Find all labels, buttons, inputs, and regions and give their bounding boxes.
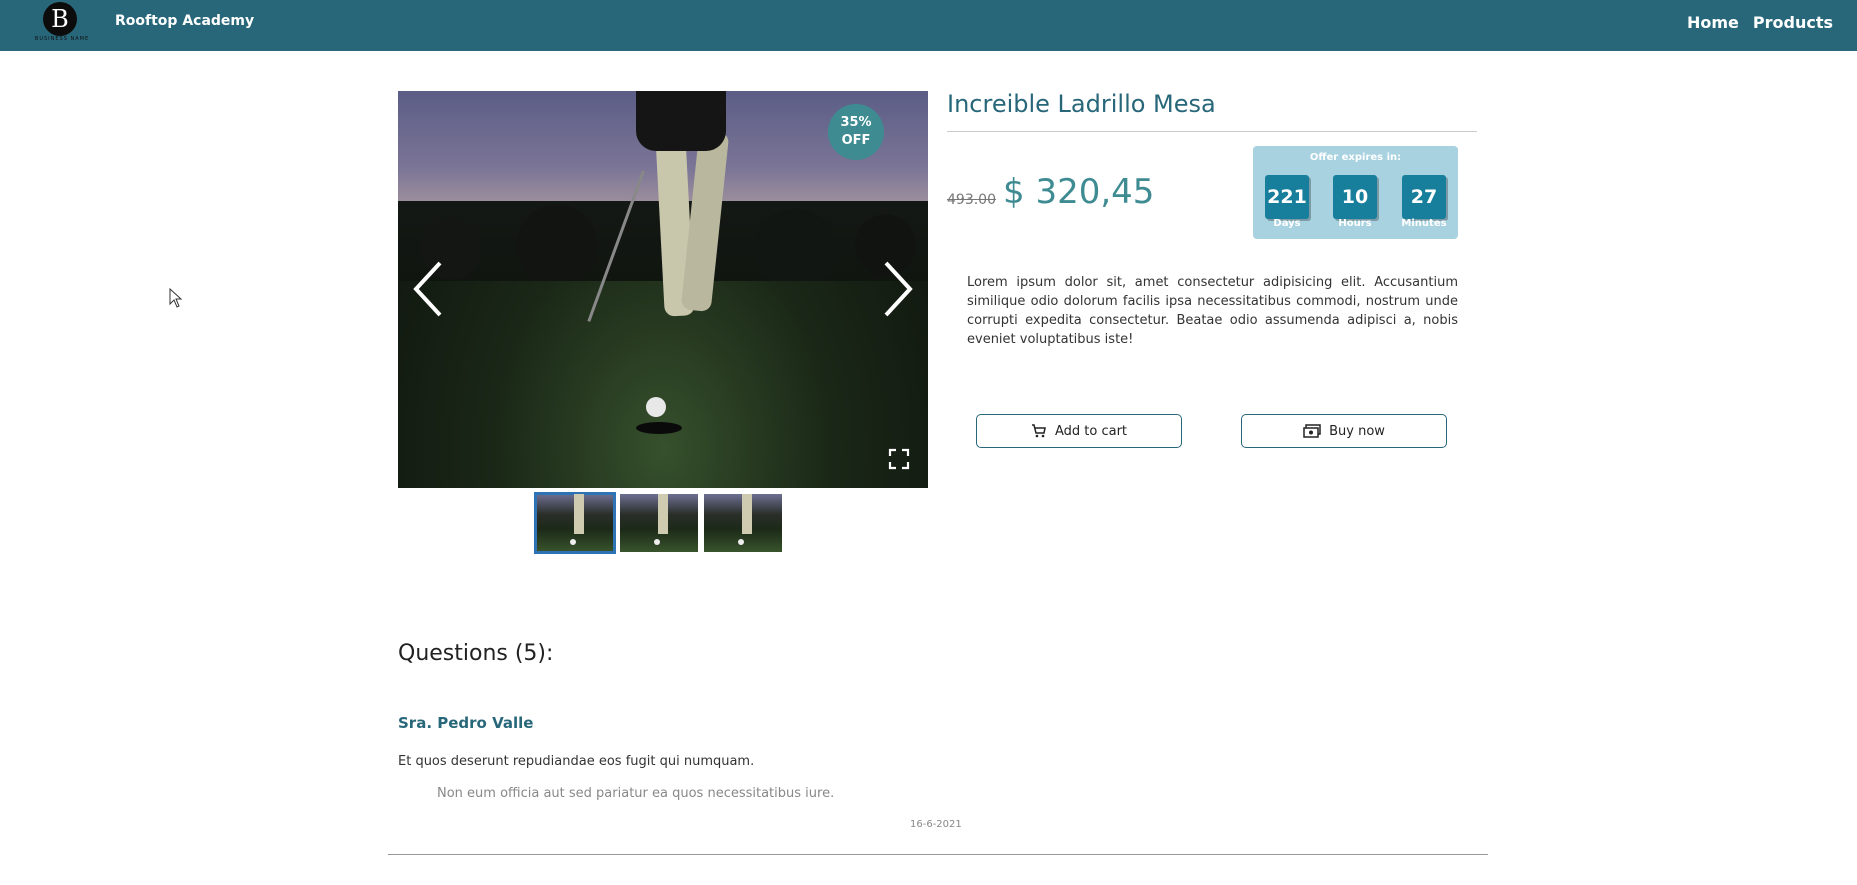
- gallery-image-hole: [636, 422, 682, 434]
- thumbnail-image: [658, 494, 668, 534]
- countdown-minutes-label: Minutes: [1401, 218, 1447, 229]
- thumbnail-image: [738, 539, 744, 545]
- cursor-icon: [169, 288, 183, 308]
- discount-badge-percent: 35%: [840, 115, 872, 130]
- cart-icon: [1031, 424, 1046, 438]
- product-description: Lorem ipsum dolor sit, amet consectetur …: [967, 275, 1458, 347]
- current-price: $ 320,45: [1003, 172, 1155, 212]
- buy-now-label: Buy now: [1329, 423, 1385, 439]
- countdown-days-label: Days: [1273, 218, 1301, 229]
- thumbnail-image: [570, 539, 576, 545]
- offer-countdown: Offer expires in: 221 Days 10 Hours 27 M…: [1253, 146, 1458, 239]
- countdown-minutes: 27: [1402, 175, 1446, 219]
- fullscreen-icon[interactable]: [888, 448, 910, 470]
- old-price: 493.00: [947, 192, 996, 208]
- thumbnail-image: [574, 494, 584, 534]
- questions-heading: Questions (5):: [398, 641, 554, 666]
- product-title: Increible Ladrillo Mesa: [947, 90, 1216, 118]
- thumbnail-2[interactable]: [620, 494, 698, 552]
- chevron-left-icon[interactable]: [410, 259, 450, 319]
- nav-home-link[interactable]: Home: [1687, 13, 1739, 32]
- business-logo[interactable]: B: [43, 2, 77, 36]
- thumbnail-1[interactable]: [534, 492, 616, 554]
- gallery-image-golf-ball: [646, 397, 666, 417]
- main-nav: Home Products: [1687, 13, 1833, 32]
- offer-label: Offer expires in:: [1309, 152, 1402, 163]
- question-text: Et quos deserunt repudiandae eos fugit q…: [398, 754, 755, 769]
- discount-badge-off: OFF: [841, 133, 871, 148]
- chevron-right-icon[interactable]: [876, 259, 916, 319]
- cash-icon: [1303, 424, 1321, 438]
- answer-text: Non eum officia aut sed pariatur ea quos…: [437, 786, 835, 801]
- logo-subtext: BUSINESS NAME: [34, 36, 90, 42]
- thumbnail-image: [654, 539, 660, 545]
- logo-letter: B: [51, 5, 69, 33]
- brand-name[interactable]: Rooftop Academy: [115, 13, 254, 29]
- top-nav-bar: B BUSINESS NAME Rooftop Academy Home Pro…: [0, 0, 1857, 51]
- title-divider: [947, 131, 1477, 132]
- countdown-days: 221: [1265, 175, 1309, 219]
- add-to-cart-label: Add to cart: [1054, 423, 1128, 439]
- gallery-image-golfer-body: [636, 91, 726, 151]
- buy-now-button[interactable]: Buy now: [1241, 414, 1447, 448]
- question-divider: [388, 854, 1488, 855]
- gallery-thumbnails: [534, 492, 782, 554]
- product-image-gallery[interactable]: 35% OFF: [398, 91, 928, 488]
- nav-products-link[interactable]: Products: [1753, 13, 1833, 32]
- countdown-hours-label: Hours: [1338, 218, 1372, 229]
- countdown-hours: 10: [1333, 175, 1377, 219]
- thumbnail-image: [742, 494, 752, 534]
- question-date: 16-6-2021: [910, 819, 962, 830]
- question-author: Sra. Pedro Valle: [398, 714, 534, 732]
- add-to-cart-button[interactable]: Add to cart: [976, 414, 1182, 448]
- discount-badge: 35% OFF: [828, 104, 884, 160]
- thumbnail-3[interactable]: [704, 494, 782, 552]
